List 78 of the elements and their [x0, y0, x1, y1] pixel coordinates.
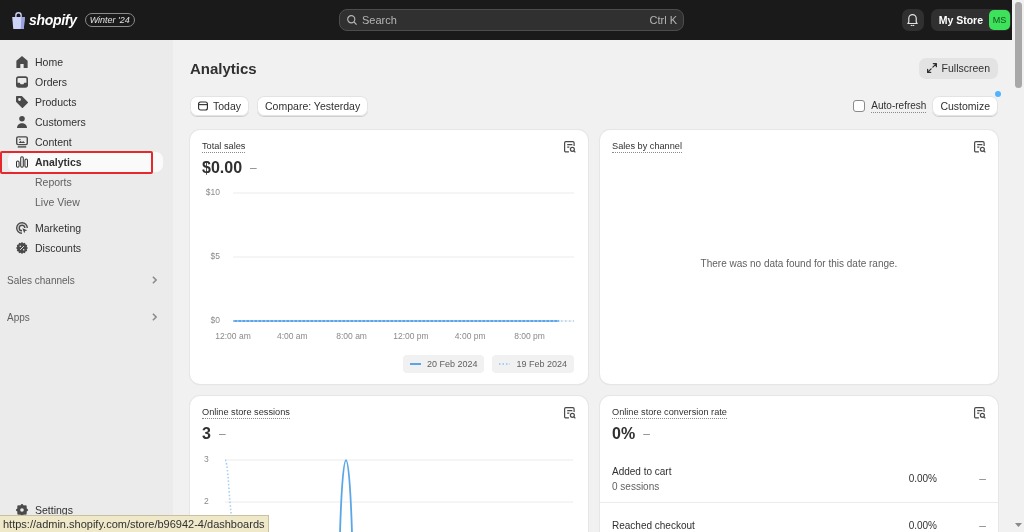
- nav-item[interactable]: Products: [8, 92, 163, 112]
- auto-refresh-checkbox[interactable]: [853, 100, 866, 112]
- page-title: Analytics: [190, 59, 257, 77]
- card-title[interactable]: Sales by channel: [612, 141, 682, 153]
- link-preview-tooltip: https://admin.shopify.com/store/b96942-4/dashboards: [0, 515, 269, 532]
- shopping-bag-icon[interactable]: [12, 11, 25, 29]
- nav-item[interactable]: Discounts: [8, 238, 163, 258]
- row-detail: 0 sessions: [612, 480, 660, 494]
- nav-item[interactable]: Marketing: [8, 218, 163, 238]
- chevron-right-icon: [152, 276, 157, 284]
- change-indicator: –: [250, 161, 257, 175]
- legend-item[interactable]: 20 Feb 2024: [402, 355, 485, 373]
- axis-label: 4:00 am: [276, 331, 308, 342]
- date-range-button[interactable]: Today: [190, 96, 250, 116]
- axis-label: 2: [204, 496, 209, 507]
- nav-section[interactable]: Apps: [0, 307, 173, 327]
- scroll-down-arrow-icon[interactable]: [1014, 523, 1022, 527]
- axis-label: 3: [204, 454, 209, 465]
- checkbox-label[interactable]: Auto-refresh: [871, 99, 927, 113]
- card-title[interactable]: Total sales: [202, 141, 246, 153]
- document-search-icon[interactable]: [974, 407, 986, 419]
- axis-label: $5: [210, 251, 220, 262]
- axis-label: 8:00 am: [336, 331, 367, 342]
- card-title[interactable]: Online store conversion rate: [612, 407, 727, 419]
- metric-value: $0.00: [202, 159, 243, 177]
- percent-badge-icon: [16, 242, 28, 254]
- fullscreen-button[interactable]: Fullscreen: [918, 57, 998, 79]
- bell-icon: [907, 14, 919, 26]
- keyboard-shortcut: Ctrl K: [649, 13, 677, 27]
- change-indicator: –: [643, 427, 650, 441]
- compare-button[interactable]: Compare: Yesterday: [257, 96, 369, 116]
- tag-icon: [16, 96, 28, 108]
- nav-item[interactable]: Content: [8, 132, 163, 152]
- inbox-icon: [16, 76, 28, 88]
- card-title[interactable]: Online store sessions: [202, 407, 290, 419]
- change-indicator: –: [979, 518, 986, 532]
- notifications-button[interactable]: [901, 9, 924, 31]
- axis-label: 12:00 pm: [393, 331, 429, 342]
- expand-arrows-icon: [926, 63, 937, 73]
- row-label: Added to cart: [612, 465, 672, 479]
- document-search-icon[interactable]: [564, 141, 576, 153]
- metric-value: 0%: [612, 425, 636, 443]
- logo-text[interactable]: shopify: [29, 12, 77, 28]
- row-rate: 0.00%: [908, 472, 937, 486]
- nav-item[interactable]: Orders: [8, 72, 163, 92]
- row-label: Reached checkout: [612, 519, 695, 532]
- customize-button[interactable]: Customize: [932, 96, 998, 116]
- document-search-icon[interactable]: [564, 407, 576, 419]
- target-icon: [16, 222, 28, 234]
- nav-subitem[interactable]: Live View: [8, 192, 163, 212]
- change-indicator: –: [218, 427, 226, 441]
- axis-label: 8:00 pm: [514, 331, 545, 342]
- calendar-icon: [198, 101, 208, 111]
- axis-label: $10: [205, 187, 220, 198]
- search-icon: [347, 15, 357, 25]
- scrollbar-thumb[interactable]: [1014, 2, 1022, 88]
- nav-item[interactable]: Customers: [8, 112, 163, 132]
- nav-subitem[interactable]: Reports: [8, 172, 163, 192]
- gear-icon: [16, 504, 28, 516]
- home-icon: [16, 56, 28, 68]
- nav-item[interactable]: Analytics: [8, 152, 163, 172]
- axis-label: 12:00 am: [215, 331, 251, 342]
- nav-section[interactable]: Sales channels: [0, 270, 173, 290]
- axis-label: $0: [210, 315, 220, 326]
- monitor-icon: [16, 136, 28, 148]
- person-icon: [16, 116, 28, 128]
- avatar: MS: [989, 10, 1010, 30]
- metric-value: 3: [202, 425, 211, 443]
- nav-item[interactable]: Home: [8, 52, 163, 72]
- document-search-icon[interactable]: [974, 141, 986, 153]
- store-button[interactable]: My Store MS: [930, 9, 1011, 31]
- legend-item[interactable]: 19 Feb 2024: [492, 355, 574, 373]
- chevron-right-icon: [152, 313, 157, 321]
- empty-message: There was no data found for this date range.: [700, 257, 898, 269]
- row-rate: 0.00%: [908, 518, 937, 532]
- bar-chart-icon: [16, 156, 28, 168]
- axis-label: 4:00 pm: [454, 331, 486, 342]
- change-indicator: –: [979, 472, 986, 486]
